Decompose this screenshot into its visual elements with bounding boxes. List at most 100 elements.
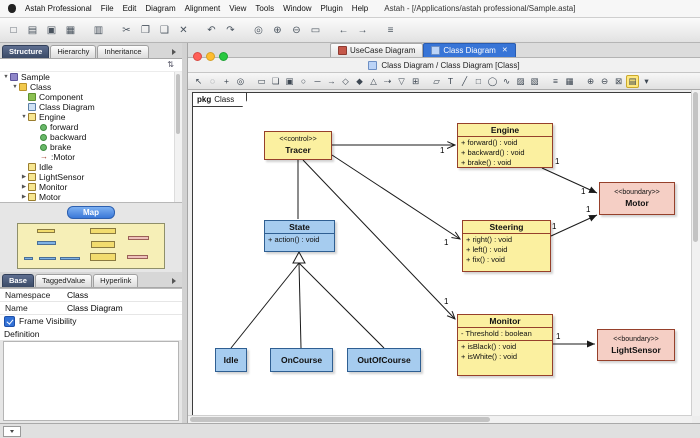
instance-tool-icon[interactable]: ⊞: [409, 75, 422, 88]
name-value[interactable]: Class Diagram: [67, 303, 182, 313]
interface-tool-icon[interactable]: ○: [297, 75, 310, 88]
highlighter-tool-icon[interactable]: ▧: [528, 75, 541, 88]
definition-textarea[interactable]: [3, 341, 179, 421]
fit-view-tool-icon[interactable]: ⊠: [612, 75, 625, 88]
zoom-in-icon[interactable]: ⊕: [269, 22, 286, 39]
diagram-canvas[interactable]: pkgClass <<control>> Tracer Engine + for…: [188, 90, 700, 424]
minimize-button[interactable]: [206, 52, 215, 61]
zoom-out-tool-icon[interactable]: ⊖: [598, 75, 611, 88]
find-icon[interactable]: ◎: [250, 22, 267, 39]
menu-item[interactable]: Edit: [123, 4, 137, 13]
text-tool-icon[interactable]: T: [444, 75, 457, 88]
class-tracer[interactable]: <<control>> Tracer: [264, 131, 332, 160]
tab-structure[interactable]: Structure: [2, 45, 49, 58]
menu-item[interactable]: Window: [283, 4, 311, 13]
tree-item[interactable]: ▼Sample: [0, 72, 182, 82]
map-button[interactable]: Map: [67, 206, 115, 219]
class-engine[interactable]: Engine + forward() : void + backward() :…: [457, 123, 553, 168]
tree-item[interactable]: forward: [0, 122, 182, 132]
line-tool-icon[interactable]: ╱: [458, 75, 471, 88]
copy-icon[interactable]: ❐: [137, 22, 154, 39]
subsystem-tool-icon[interactable]: ▣: [283, 75, 296, 88]
zoom-tool-icon[interactable]: ◎: [234, 75, 247, 88]
expander-icon[interactable]: ▶: [20, 182, 28, 192]
note-tool-icon[interactable]: ▱: [430, 75, 443, 88]
next-diagram-icon[interactable]: →: [354, 22, 371, 39]
zoom-out-icon[interactable]: ⊖: [288, 22, 305, 39]
generalization-tool-icon[interactable]: △: [367, 75, 380, 88]
menu-item[interactable]: Tools: [255, 4, 274, 13]
freehand-tool-icon[interactable]: ∿: [500, 75, 513, 88]
namespace-value[interactable]: Class: [67, 290, 182, 300]
tree-item[interactable]: Class Diagram: [0, 102, 182, 112]
multiplicity-label[interactable]: 1: [555, 158, 559, 166]
multiplicity-label[interactable]: 1: [556, 333, 560, 341]
diagram-page[interactable]: pkgClass <<control>> Tracer Engine + for…: [192, 92, 692, 416]
multiplicity-label[interactable]: 1: [444, 298, 448, 306]
undo-icon[interactable]: ↶: [203, 22, 220, 39]
frame-visibility-checkbox[interactable]: [4, 316, 15, 327]
tree-item[interactable]: brake: [0, 142, 182, 152]
tree-item[interactable]: backward: [0, 132, 182, 142]
vertical-scrollbar-thumb[interactable]: [693, 92, 698, 242]
save-icon[interactable]: ▣: [43, 22, 60, 39]
menu-item[interactable]: Diagram: [145, 4, 175, 13]
property-tab-overflow-icon[interactable]: [168, 275, 180, 287]
lasso-tool-icon[interactable]: ◌: [206, 75, 219, 88]
expander-icon[interactable]: ▼: [2, 72, 10, 82]
tree-item[interactable]: Component: [0, 92, 182, 102]
tab-inheritance[interactable]: Inheritance: [97, 45, 148, 58]
print-icon[interactable]: ▥: [90, 22, 107, 39]
expander-icon[interactable]: ▼: [20, 112, 28, 122]
multiplicity-label[interactable]: 1: [444, 239, 448, 247]
open-icon[interactable]: ▤: [24, 22, 41, 39]
edge-idle-state[interactable]: [231, 263, 299, 348]
edge-engine-motor[interactable]: [542, 168, 597, 193]
tree-scrollbar-thumb[interactable]: [176, 74, 180, 134]
grid-tool-icon[interactable]: ▦: [563, 75, 576, 88]
menu-item[interactable]: Plugin: [321, 4, 343, 13]
tab-overflow-icon[interactable]: [168, 46, 180, 58]
package-tool-icon[interactable]: ❏: [269, 75, 282, 88]
save-all-icon[interactable]: ▦: [62, 22, 79, 39]
composition-tool-icon[interactable]: ◆: [353, 75, 366, 88]
dependency-tool-icon[interactable]: ⇢: [381, 75, 394, 88]
more-tools-icon[interactable]: ▾: [640, 75, 653, 88]
tree-item[interactable]: ▶LightSensor: [0, 172, 182, 182]
class-outofcourse[interactable]: OutOfCourse: [347, 348, 421, 372]
rect-tool-icon[interactable]: □: [472, 75, 485, 88]
edge-tracer-steering[interactable]: [332, 155, 460, 239]
class-steering[interactable]: Steering + right() : void + left() : voi…: [462, 220, 551, 272]
cut-icon[interactable]: ✂: [118, 22, 135, 39]
align-tool-icon[interactable]: ≡: [549, 75, 562, 88]
tree-item[interactable]: →:Motor: [0, 152, 182, 162]
delete-icon[interactable]: ✕: [175, 22, 192, 39]
multiplicity-label[interactable]: 1: [552, 223, 556, 231]
multiplicity-label[interactable]: 1: [586, 206, 590, 214]
menu-item[interactable]: Astah Professional: [25, 4, 92, 13]
ellipse-tool-icon[interactable]: ◯: [486, 75, 499, 88]
menu-item[interactable]: View: [229, 4, 246, 13]
scroll-tool-icon[interactable]: +: [220, 75, 233, 88]
paste-icon[interactable]: ❑: [156, 22, 173, 39]
maximize-button[interactable]: [219, 52, 228, 61]
expander-icon[interactable]: ▶: [20, 192, 28, 202]
edge-outofcourse-state[interactable]: [299, 263, 384, 348]
tab-base[interactable]: Base: [2, 274, 34, 287]
new-file-icon[interactable]: □: [5, 22, 22, 39]
menu-item[interactable]: Help: [352, 4, 368, 13]
edge-steering-motor[interactable]: [551, 215, 597, 236]
tree-item[interactable]: Idle: [0, 162, 182, 172]
tab-class-diagram[interactable]: Class Diagram ✕: [423, 43, 515, 57]
class-lightsensor[interactable]: <<boundary>> LightSensor: [597, 329, 675, 361]
select-tool-icon[interactable]: ↖: [192, 75, 205, 88]
class-state[interactable]: State + action() : void: [264, 220, 335, 252]
menu-item[interactable]: Alignment: [185, 4, 221, 13]
previous-diagram-icon[interactable]: ←: [335, 22, 352, 39]
association-tool-icon[interactable]: ─: [311, 75, 324, 88]
expander-icon[interactable]: ▼: [11, 82, 19, 92]
minimap[interactable]: [17, 223, 165, 269]
zoom-fit-icon[interactable]: ▭: [307, 22, 324, 39]
panel-splitter[interactable]: [182, 43, 188, 424]
image-tool-icon[interactable]: ▨: [514, 75, 527, 88]
